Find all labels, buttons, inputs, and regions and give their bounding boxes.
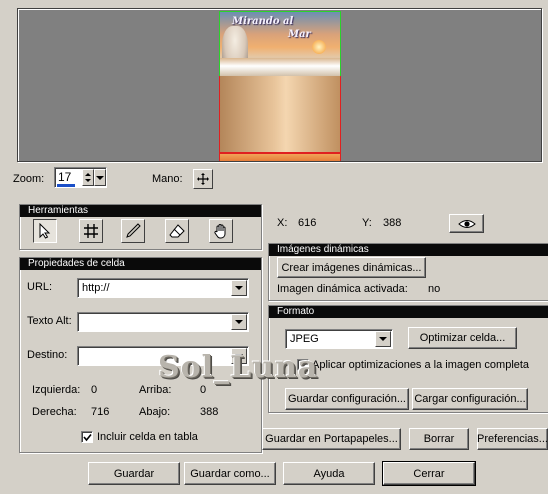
zoom-field[interactable]: 17 [54,167,107,188]
preview-toggle-button[interactable] [449,214,484,233]
image-slice-bottom[interactable] [219,153,341,161]
chevron-down-icon [235,286,243,290]
image-title-line1: Mirando al [232,16,294,27]
save-as-button[interactable]: Guardar como... [184,462,276,485]
bottom-label: Abajo: [139,406,171,418]
top-label: Arriba: [139,384,172,396]
slice-tool[interactable] [79,219,103,243]
target-label: Destino: [27,349,68,361]
zoom-spinner[interactable] [82,169,94,186]
chevron-down-icon [379,337,387,341]
create-dynamic-images-button[interactable]: Crear imágenes dinámicas... [277,257,426,278]
spinner-arrows-icon [85,173,91,182]
x-label: X: [277,217,288,229]
move-icon [197,173,209,185]
format-title: Formato [269,306,548,318]
save-button[interactable]: Guardar [88,462,180,485]
format-select-value: JPEG [290,333,319,345]
pointer-tool[interactable] [33,219,57,243]
target-dropdown[interactable] [231,348,247,364]
eraser-icon [169,224,185,238]
help-button[interactable]: Ayuda [283,462,375,485]
image-sun [312,40,326,54]
left-value: 0 [91,384,98,396]
hand-icon [214,224,226,239]
optimize-cell-button[interactable]: Optimizar celda... [408,327,517,349]
include-cell-label: Incluir celda en tabla [97,431,198,443]
dynamic-images-title: Imágenes dinámicas [269,244,548,256]
hand-button[interactable] [193,169,213,189]
bottom-value: 388 [200,406,219,418]
cell-properties-title: Propiedades de celda [20,258,261,270]
zoom-value: 17 [58,170,72,184]
preferences-button[interactable]: Preferencias... [477,428,548,450]
chevron-down-icon [96,175,104,180]
pointer-icon [39,223,51,239]
zoom-dropdown[interactable] [94,169,106,186]
tools-group-title: Herramientas [20,205,261,217]
dynamic-status-value: no [428,283,441,295]
image-title-line2: Mar [288,29,311,40]
image-slice-top[interactable]: Mirando al Mar [219,11,341,77]
top-value: 0 [200,384,207,396]
right-label: Derecha: [32,406,77,418]
url-input-value: http:// [82,282,110,294]
zoom-indicator [57,184,75,187]
slice-grid-icon [84,224,98,238]
image-wave [220,58,340,76]
url-label: URL: [27,281,53,293]
apply-optimizations-checkbox[interactable] [297,359,309,371]
eye-icon [457,219,476,228]
hand-tool[interactable] [209,219,233,243]
hand-label: Mano: [152,173,183,185]
checkmark-icon [82,433,92,441]
save-config-button[interactable]: Guardar configuración... [285,388,409,410]
image-slice-middle[interactable] [219,76,341,153]
format-dropdown[interactable] [375,331,391,347]
chevron-down-icon [235,320,243,324]
chevron-down-icon [235,354,243,358]
copy-to-clipboard-button[interactable]: Guardar en Portapapeles... [262,428,401,450]
url-dropdown[interactable] [231,280,247,296]
delete-button[interactable]: Borrar [409,428,469,450]
alt-label: Texto Alt: [27,315,72,327]
load-config-button[interactable]: Cargar configuración... [412,388,528,410]
x-value: 616 [298,217,317,229]
dynamic-status-label: Imagen dinámica activada: [277,283,408,295]
left-label: Izquierda: [32,384,81,396]
pen-icon [126,223,141,238]
target-input[interactable] [77,346,249,366]
alt-text-dropdown[interactable] [231,314,247,330]
url-input[interactable]: http:// [77,278,249,298]
apply-optimizations-label: Aplicar optimizaciones a la imagen compl… [312,359,530,371]
close-button[interactable]: Cerrar [382,461,476,486]
pen-tool[interactable] [121,219,145,243]
right-value: 716 [91,406,110,418]
y-label: Y: [362,217,372,229]
eraser-tool[interactable] [165,219,189,243]
y-value: 388 [383,217,402,229]
alt-text-input[interactable] [77,312,249,332]
zoom-label: Zoom: [13,173,45,185]
include-cell-checkbox[interactable] [81,431,93,443]
